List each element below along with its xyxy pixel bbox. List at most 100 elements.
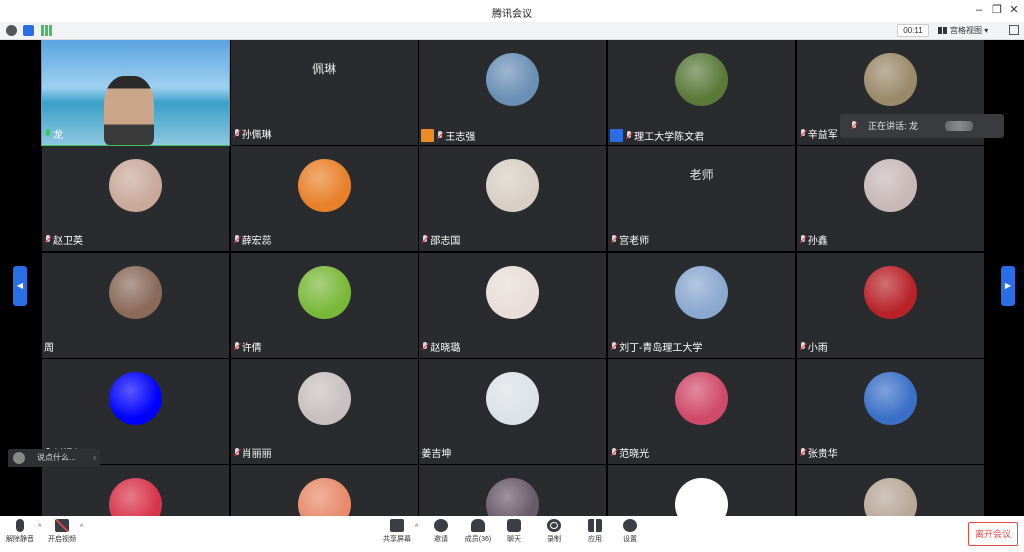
avatar bbox=[863, 265, 917, 319]
participant-name: 周 bbox=[44, 342, 54, 354]
participant-name: 邵志国 bbox=[430, 236, 461, 248]
avatar bbox=[109, 371, 162, 425]
participant-label: 赵卫英 bbox=[42, 235, 83, 249]
participant-tile[interactable]: 张贵华 bbox=[796, 358, 984, 464]
signal-icon[interactable] bbox=[41, 25, 52, 36]
participant-tile[interactable]: 王志强 bbox=[419, 40, 607, 145]
participant-tile[interactable]: 周 bbox=[42, 252, 229, 358]
avatar bbox=[109, 265, 162, 319]
settings-button[interactable]: 设置 bbox=[612, 519, 648, 551]
participant-label: 范晓光 bbox=[608, 447, 649, 462]
participant-tile[interactable]: 刘丁-青岛理工大学 bbox=[608, 252, 796, 358]
participant-tile[interactable]: 邵志国 bbox=[419, 146, 607, 252]
participant-tile[interactable]: 理工大学陈文君 bbox=[608, 40, 796, 145]
participant-name: 理工大学陈文君 bbox=[634, 132, 705, 143]
mic-muted-icon bbox=[233, 129, 241, 139]
participant-tile[interactable]: 小雨 bbox=[796, 252, 984, 358]
members-icon bbox=[471, 519, 485, 532]
mic-icon bbox=[850, 121, 858, 131]
mic-muted-icon bbox=[233, 235, 241, 245]
avatar bbox=[486, 371, 540, 425]
record-icon bbox=[547, 519, 561, 532]
participant-tile[interactable] bbox=[42, 465, 229, 516]
fullscreen-icon[interactable] bbox=[1009, 25, 1019, 35]
avatar bbox=[297, 159, 351, 213]
participant-name: 小雨 bbox=[807, 342, 828, 354]
video-feed bbox=[104, 76, 154, 145]
mic-muted-icon bbox=[610, 341, 618, 352]
avatar bbox=[863, 159, 917, 213]
apps-label: 应用 bbox=[588, 536, 602, 543]
avatar bbox=[297, 478, 351, 516]
chat-button[interactable]: 聊天 bbox=[496, 519, 532, 551]
participant-tile[interactable]: 龙 bbox=[41, 40, 230, 146]
participant-tile[interactable]: 赵晓璐 bbox=[419, 252, 607, 358]
avatar bbox=[486, 265, 540, 319]
participant-name: 龙 bbox=[53, 130, 63, 141]
restore-button[interactable]: ❐ bbox=[990, 3, 1004, 17]
mic-muted-icon bbox=[610, 235, 618, 245]
apps-button[interactable]: 应用 bbox=[577, 519, 613, 551]
participant-name: 许倩 bbox=[241, 342, 262, 354]
participant-label: 赵晓璐 bbox=[419, 341, 460, 356]
participant-tile[interactable]: 薛宏蕊 bbox=[230, 146, 418, 252]
participant-tile[interactable] bbox=[230, 465, 418, 516]
participant-tile[interactable]: 佩琳 孙佩琳 bbox=[230, 40, 418, 145]
prev-page-arrow[interactable]: ◀ bbox=[13, 266, 27, 306]
video-options-caret[interactable]: ^ bbox=[80, 524, 88, 531]
participant-tile[interactable]: 姜吉坤 bbox=[419, 358, 607, 464]
unmute-button[interactable]: 解除静音 bbox=[2, 519, 38, 551]
share-screen-icon bbox=[390, 519, 404, 532]
emoji-icon[interactable] bbox=[13, 452, 25, 464]
leave-meeting-button[interactable]: 离开会议 bbox=[968, 522, 1018, 546]
record-label: 录制 bbox=[547, 536, 561, 543]
participant-label: 龙 bbox=[42, 129, 63, 143]
shield-icon[interactable] bbox=[23, 25, 34, 36]
share-options-caret[interactable]: ^ bbox=[415, 524, 423, 531]
info-icon[interactable] bbox=[6, 25, 17, 36]
participant-tile[interactable]: 孙鑫 bbox=[796, 146, 984, 252]
participant-name: 姜吉坤 bbox=[421, 448, 452, 460]
participant-tile[interactable]: 肖丽丽 bbox=[230, 358, 418, 464]
start-video-button[interactable]: 开启视频 bbox=[44, 519, 80, 551]
user-badge-icon bbox=[610, 129, 624, 142]
share-screen-button[interactable]: 共享屏幕 bbox=[379, 519, 415, 551]
title-bar: 腾讯会议 – ❐ ✕ bbox=[0, 0, 1024, 22]
mic-muted-icon bbox=[44, 235, 52, 245]
participant-label: 周 bbox=[42, 342, 54, 356]
participant-tile[interactable] bbox=[419, 465, 607, 516]
close-button[interactable]: ✕ bbox=[1007, 3, 1021, 17]
participant-tile[interactable]: 老师 宫老师 bbox=[608, 146, 796, 252]
grid-view-icon bbox=[938, 27, 947, 34]
participant-name: 孙佩琳 bbox=[241, 130, 272, 141]
video-stage: 龙佩琳 孙佩琳 王志强 理工大学陈文君 辛益军 赵卫英 薛宏蕊 邵志国 老师 宫老师 孙鑫周许倩 赵晓… bbox=[0, 40, 1024, 516]
mic-on-icon bbox=[44, 129, 52, 139]
participant-tile[interactable] bbox=[608, 465, 796, 516]
start-video-label: 开启视频 bbox=[48, 536, 76, 543]
participant-tile[interactable] bbox=[796, 465, 984, 516]
participant-label: 理工大学陈文君 bbox=[608, 129, 704, 143]
members-button[interactable]: 成员(36) bbox=[460, 519, 496, 551]
participant-tile[interactable]: 许倩 bbox=[230, 252, 418, 358]
minimize-button[interactable]: – bbox=[972, 3, 986, 17]
chat-quick-input[interactable]: 说点什么... ‹ bbox=[8, 449, 100, 467]
participant-tile[interactable]: 赵卫英 bbox=[42, 146, 229, 252]
avatar bbox=[109, 159, 162, 213]
avatar bbox=[109, 478, 162, 516]
grid-view-button[interactable]: 宫格视图 ▾ bbox=[937, 24, 988, 37]
apps-icon bbox=[588, 519, 602, 532]
avatar bbox=[486, 53, 540, 106]
participant-name: 张贵华 bbox=[807, 448, 838, 460]
avatar bbox=[675, 53, 729, 106]
record-button[interactable]: 录制 bbox=[536, 519, 572, 551]
meeting-timer: 00:11 bbox=[897, 24, 929, 37]
share-screen-label: 共享屏幕 bbox=[383, 536, 411, 543]
avatar bbox=[675, 265, 729, 319]
participant-label: 邵志国 bbox=[419, 235, 460, 249]
invite-label: 邀请 bbox=[434, 536, 448, 543]
invite-button[interactable]: 邀请 bbox=[423, 519, 459, 551]
collapse-chevron-icon[interactable]: ‹ bbox=[93, 449, 96, 467]
next-page-arrow[interactable]: ▶ bbox=[1001, 266, 1015, 306]
participant-label: 小雨 bbox=[797, 341, 828, 356]
participant-tile[interactable]: 范晓光 bbox=[608, 358, 796, 464]
